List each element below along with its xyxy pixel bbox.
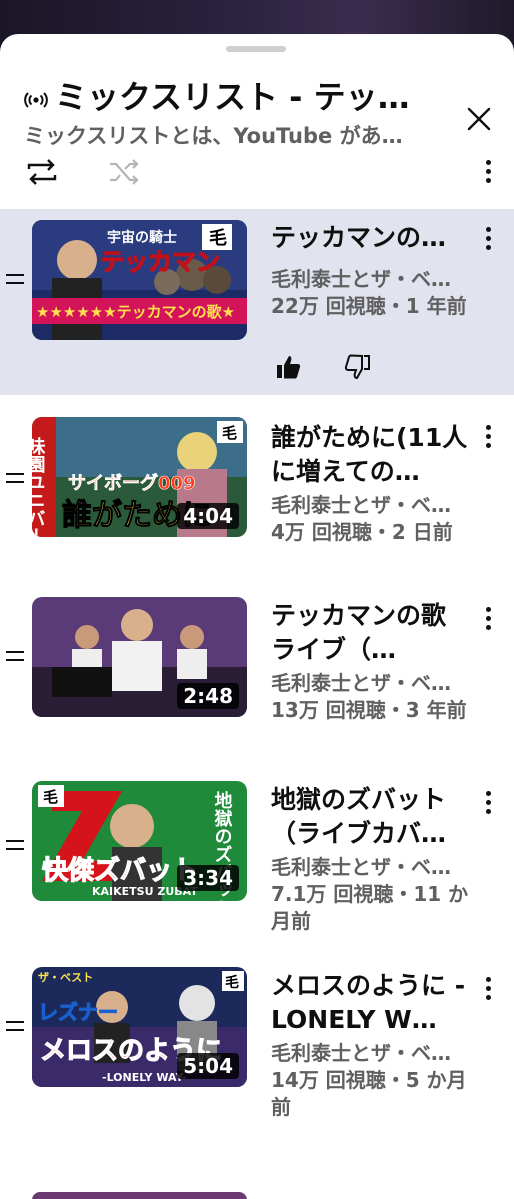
video-channel: 毛利泰士とザ・ベ…	[271, 493, 451, 517]
thumbnail-caption: テッカマン	[100, 248, 220, 276]
video-title[interactable]: 誰がために(11人に増えての…	[271, 421, 471, 489]
more-options-icon[interactable]	[478, 158, 500, 186]
drag-reorder-icon[interactable]	[6, 274, 26, 286]
video-duration: 5:04	[177, 1053, 239, 1079]
svg-text:ザ・ベスト: ザ・ベスト	[38, 971, 93, 984]
video-title[interactable]: テッカマンの歌 ライブ（…	[271, 599, 471, 667]
more-options-icon[interactable]	[478, 975, 500, 1003]
thumbnail-caption: レズナー	[38, 1000, 118, 1024]
video-thumbnail[interactable]: 味園ユニバース サイボーグ009 誰がために 毛 4:04	[32, 417, 247, 537]
video-meta: 22万 回視聴・1 年前	[271, 294, 467, 318]
svg-text:毛: 毛	[43, 788, 58, 806]
more-options-icon[interactable]	[478, 605, 500, 633]
thumbnail-caption: 快傑ズバット	[42, 855, 198, 886]
mix-playlist-sheet: ミックスリスト - テッ… ミックスリストとは、YouTube があ… 毛 宇宙…	[0, 34, 514, 1199]
video-thumbnail[interactable]: ザ・ベスト レズナー メロスのように -LONELY WAY- 毛 5:04	[32, 967, 247, 1087]
playlist-item[interactable]: 毛 地獄のズバット 快傑ズバット KAIKETSU ZUBAT 3:34 地獄の…	[0, 745, 514, 933]
svg-text:毛: 毛	[225, 974, 239, 991]
video-title[interactable]: テッカマンの…	[271, 221, 471, 255]
playlist-title: ミックスリスト - テッ…	[55, 78, 410, 116]
video-channel: 毛利泰士とザ・ベ…	[271, 855, 451, 879]
more-options-icon[interactable]	[478, 789, 500, 817]
video-thumbnail[interactable]: 毛 地獄のズバット 快傑ズバット KAIKETSU ZUBAT 3:34	[32, 781, 247, 901]
close-icon[interactable]	[460, 100, 498, 138]
svg-text:毛: 毛	[209, 227, 227, 249]
playlist-item[interactable]: ザ・ベスト レズナー メロスのように -LONELY WAY- 毛 5:04 メ…	[0, 935, 514, 1121]
playlist-item[interactable]: 2:48 テッカマンの歌 ライブ（… 毛利泰士とザ・ベ… 13万 回視聴・3 年…	[0, 565, 514, 735]
drag-reorder-icon[interactable]	[6, 473, 26, 485]
more-options-icon[interactable]	[478, 423, 500, 451]
thumbs-down-icon[interactable]	[344, 353, 372, 381]
video-thumbnail[interactable]: 2:48	[32, 597, 247, 717]
thumbnail-caption: サイボーグ009	[68, 472, 196, 494]
thumbnail-caption: 味園ユニバース	[32, 437, 46, 537]
video-title[interactable]: メロスのように -LONELY W…	[271, 969, 471, 1037]
thumbnail-caption: ★★★★★★テッカマンの歌★	[36, 303, 235, 321]
thumbnail-caption: -LONELY WAY-	[102, 1071, 186, 1084]
video-title[interactable]: 地獄のズバット（ライブカバ…	[271, 783, 471, 851]
more-options-icon[interactable]	[478, 225, 500, 253]
drag-reorder-icon[interactable]	[6, 651, 26, 663]
video-channel: 毛利泰士とザ・ベ…	[271, 267, 451, 291]
playlist-controls	[0, 152, 514, 192]
video-duration: 2:48	[177, 683, 239, 709]
video-thumbnail[interactable]: 毛 宇宙の騎士 テッカマン ★★★★★★テッカマンの歌★	[32, 220, 247, 340]
playlist-item[interactable]: 味園ユニバース サイボーグ009 誰がために 毛 4:04 誰がために(11人に…	[0, 405, 514, 555]
thumbnail-caption: 宇宙の騎士	[107, 229, 177, 246]
drag-reorder-icon[interactable]	[6, 840, 26, 852]
video-meta: 4万 回視聴・2 日前	[271, 520, 453, 544]
video-channel: 毛利泰士とザ・ベ…	[271, 671, 451, 695]
sheet-bottom	[0, 1130, 514, 1199]
thumbs-up-icon[interactable]	[274, 353, 302, 381]
playlist-header: ミックスリスト - テッ… ミックスリストとは、YouTube があ…	[0, 56, 514, 148]
video-duration: 4:04	[177, 503, 239, 529]
svg-text:毛: 毛	[222, 424, 237, 442]
thumbnail-image-tekkaman: 毛 宇宙の騎士 テッカマン ★★★★★★テッカマンの歌★	[32, 220, 247, 340]
video-meta: 7.1万 回視聴・11 か月前	[271, 882, 469, 933]
playlist-item[interactable]: 毛 宇宙の騎士 テッカマン ★★★★★★テッカマンの歌★ テッカマンの… 毛利泰…	[0, 209, 514, 395]
video-thumbnail	[32, 1192, 247, 1199]
drag-reorder-icon[interactable]	[6, 1021, 26, 1033]
video-meta: 14万 回視聴・5 か月前	[271, 1068, 467, 1119]
shuffle-icon[interactable]	[104, 152, 144, 192]
video-duration: 3:34	[177, 865, 239, 891]
playlist-subtitle[interactable]: ミックスリストとは、YouTube があ…	[24, 122, 424, 150]
live-broadcast-icon	[24, 92, 48, 108]
drag-handle[interactable]	[226, 46, 286, 52]
video-channel: 毛利泰士とザ・ベ…	[271, 1041, 451, 1065]
loop-icon[interactable]	[22, 152, 62, 192]
video-meta: 13万 回視聴・3 年前	[271, 698, 467, 722]
